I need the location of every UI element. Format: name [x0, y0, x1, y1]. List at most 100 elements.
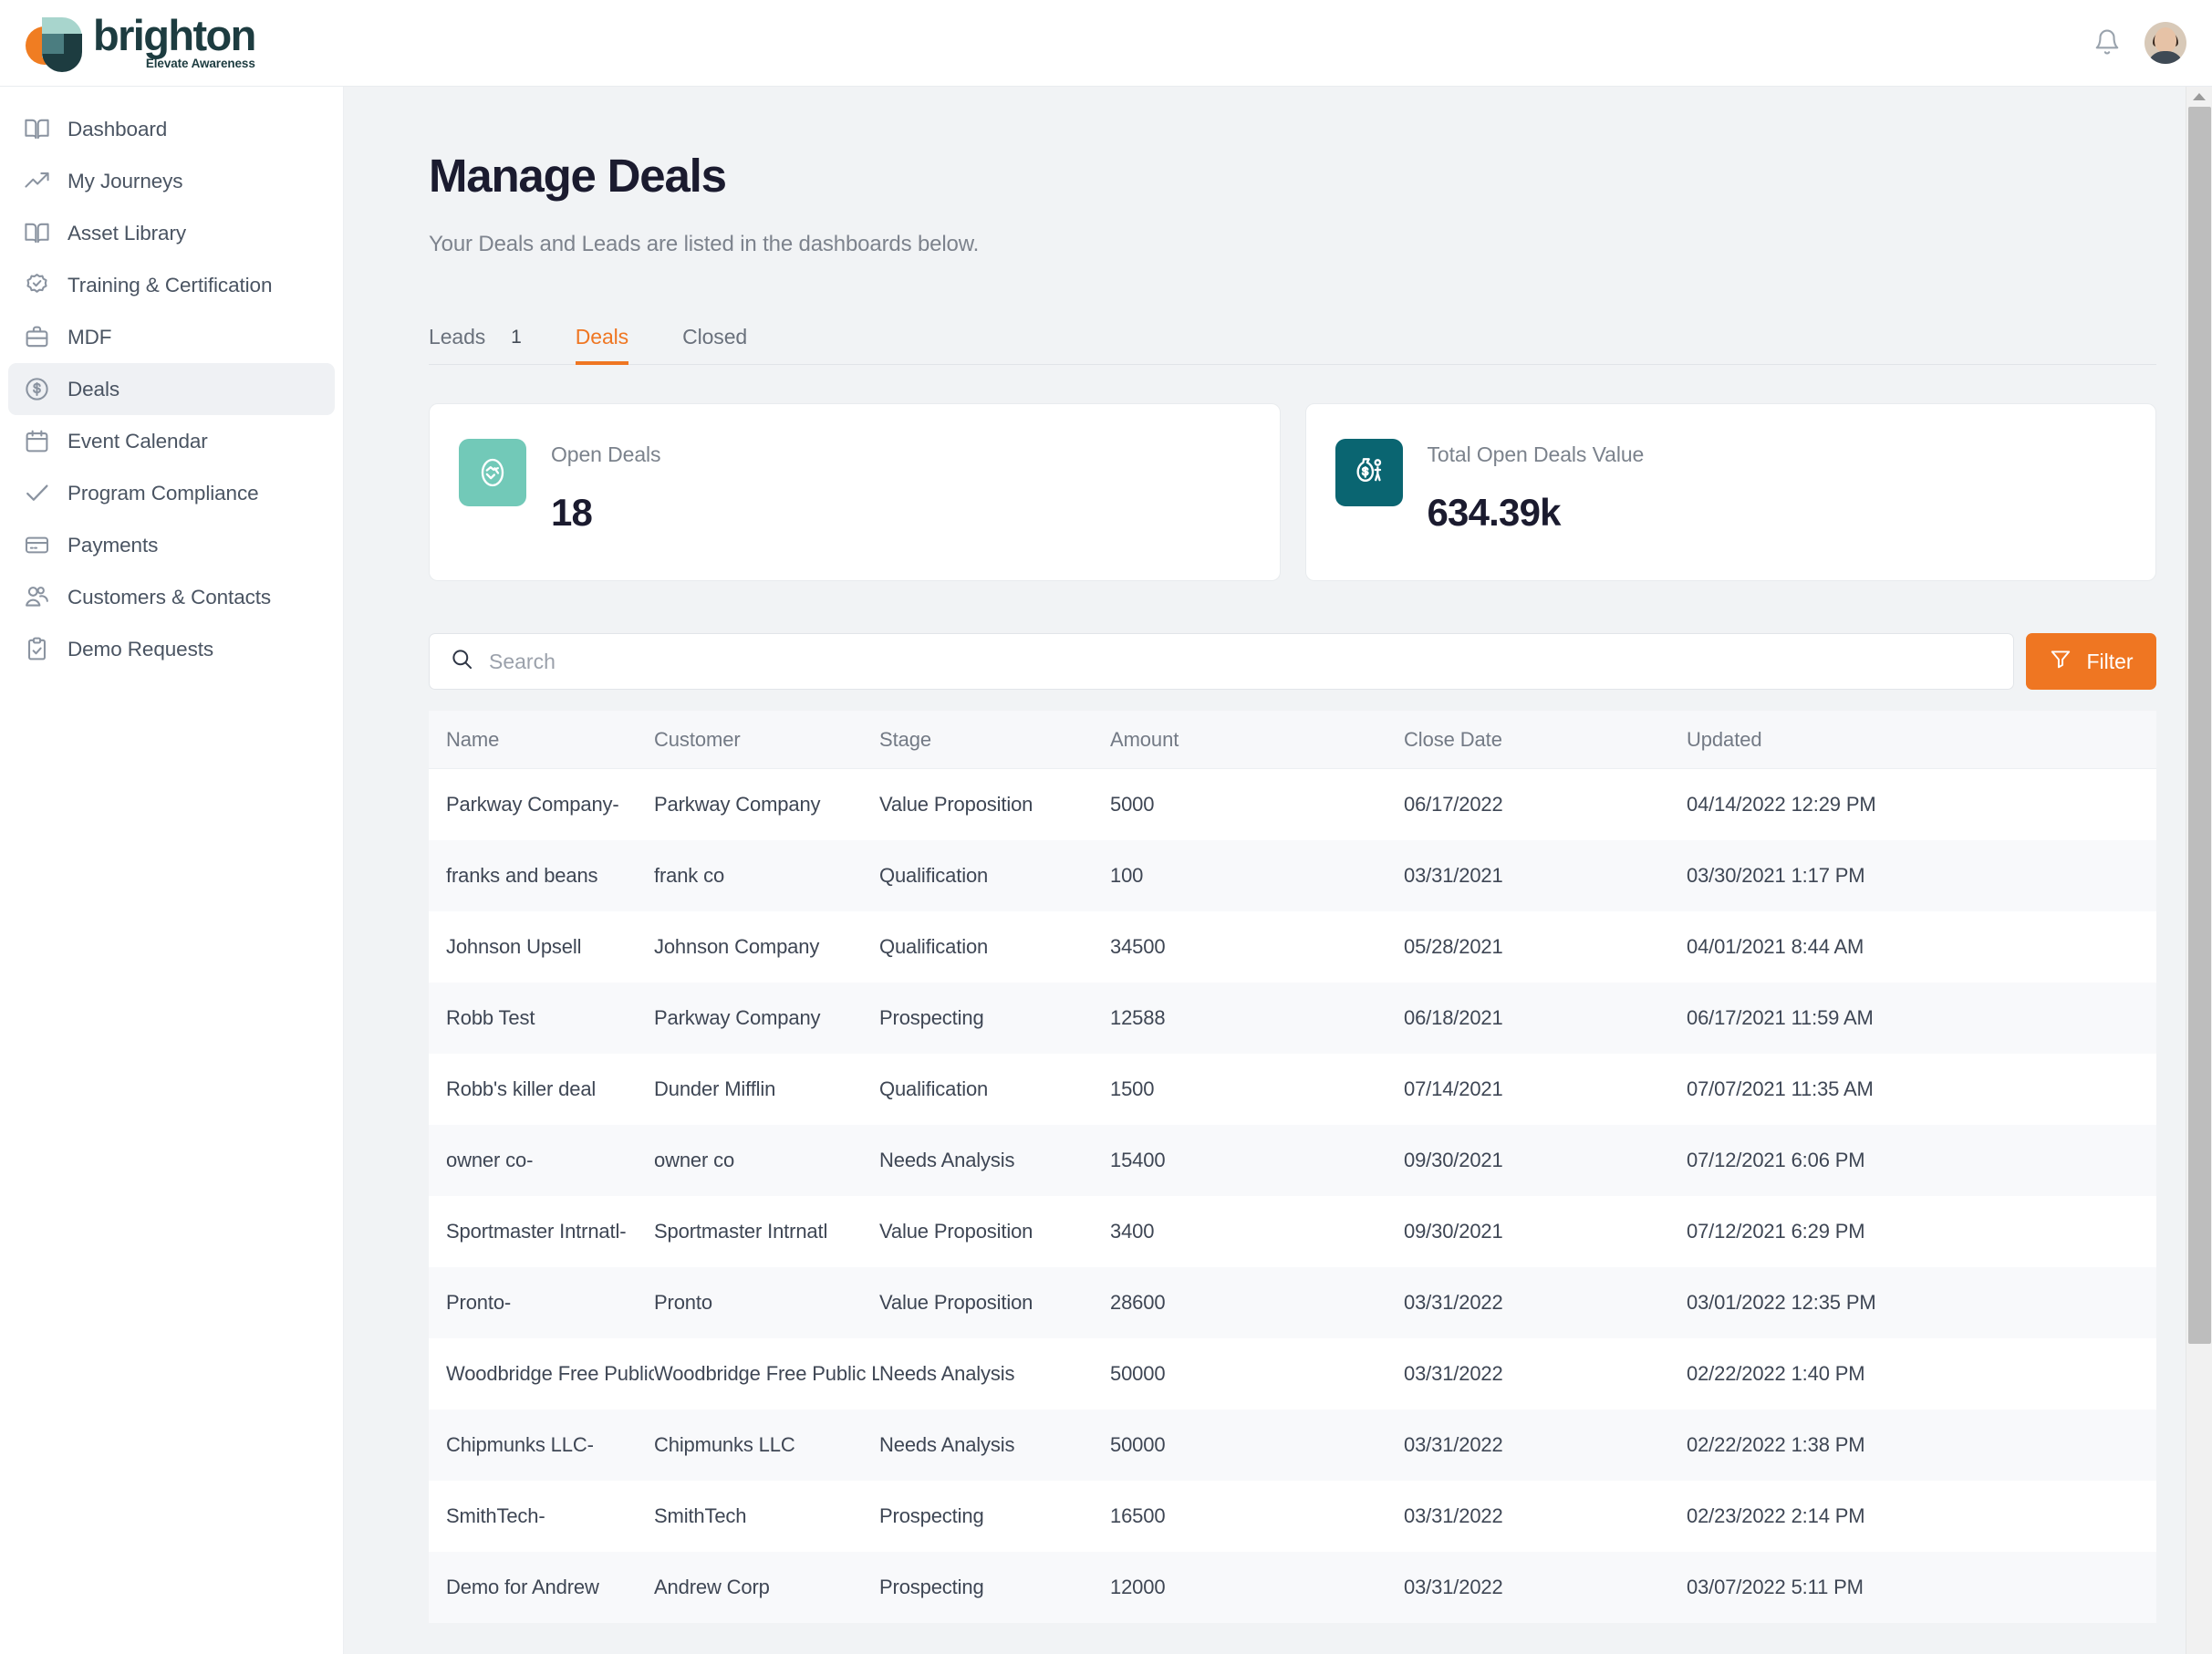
- main-content: Manage Deals Your Deals and Leads are li…: [344, 87, 2212, 1654]
- cell-updated: 04/14/2022 12:29 PM: [1687, 793, 1876, 816]
- cell-customer: Dunder Mifflin: [654, 1077, 776, 1100]
- table-row[interactable]: owner co-owner co Needs Analysis 15400 09/3…: [429, 1125, 2156, 1196]
- cell-stage: Needs Analysis: [879, 1433, 1015, 1456]
- cell-customer: Johnson Company: [654, 935, 820, 958]
- table-row[interactable]: Robb's killer deal Dunder Mifflin Qualific…: [429, 1054, 2156, 1125]
- cell-amount: 50000: [1110, 1362, 1166, 1385]
- cell-stage: Value Proposition: [879, 1291, 1033, 1314]
- cell-amount: 5000: [1110, 793, 1155, 816]
- sidebar-item-my-journeys[interactable]: My Journeys: [8, 155, 335, 207]
- cell-customer: Andrew Corp: [654, 1576, 770, 1598]
- cell-close-date: 03/31/2022: [1404, 1504, 1503, 1527]
- cell-updated: 03/30/2021 1:17 PM: [1687, 864, 1865, 887]
- sidebar-item-dashboard[interactable]: Dashboard: [8, 103, 335, 155]
- sidebar-item-demo-requests[interactable]: Demo Requests: [8, 623, 335, 675]
- stat-card-open-deals: Open Deals 18: [429, 403, 1281, 581]
- cell-stage: Needs Analysis: [879, 1362, 1015, 1385]
- brand-tagline: Elevate Awareness: [145, 56, 255, 70]
- scrollbar-thumb[interactable]: [2188, 107, 2211, 1344]
- cell-close-date: 03/31/2021: [1404, 864, 1503, 887]
- credit-card-icon: [21, 530, 52, 561]
- sidebar-item-label: Customers & Contacts: [68, 585, 272, 609]
- cell-close-date: 03/31/2022: [1404, 1576, 1503, 1598]
- column-header-updated[interactable]: Updated: [1687, 728, 2156, 752]
- cell-stage: Prospecting: [879, 1006, 984, 1029]
- column-header-name[interactable]: Name: [429, 728, 654, 752]
- top-bar: brighton Elevate Awareness: [0, 0, 2212, 87]
- briefcase-icon: [21, 322, 52, 353]
- cell-updated: 07/07/2021 11:35 AM: [1687, 1077, 1874, 1100]
- sidebar-item-customers-contacts[interactable]: Customers & Contacts: [8, 571, 335, 623]
- table-row[interactable]: SmithTech- SmithTech Prospecting 16500 03/31…: [429, 1481, 2156, 1552]
- sidebar-item-program-compliance[interactable]: Program Compliance: [8, 467, 335, 519]
- cell-updated: 06/17/2021 11:59 AM: [1687, 1006, 1874, 1029]
- table-row[interactable]: franks and beans frank co Qualification 100…: [429, 840, 2156, 911]
- search-input[interactable]: [489, 649, 1993, 674]
- sidebar-item-label: Deals: [68, 377, 120, 400]
- table-row[interactable]: Johnson Upsell Johnson Company Qualificati…: [429, 911, 2156, 983]
- column-header-amount[interactable]: Amount: [1110, 728, 1404, 752]
- search-box[interactable]: [429, 633, 2014, 690]
- cell-close-date: 03/31/2022: [1404, 1433, 1503, 1456]
- cell-amount: 34500: [1110, 935, 1166, 958]
- sidebar-item-event-calendar[interactable]: Event Calendar: [8, 415, 335, 467]
- cell-updated: 03/01/2022 12:35 PM: [1687, 1291, 1876, 1314]
- table-row[interactable]: Woodbridge Free Public LibraryWoodbridge…: [429, 1338, 2156, 1410]
- sidebar-item-payments[interactable]: Payments: [8, 519, 335, 571]
- table-row[interactable]: Pronto- Pronto Value Proposition 28600 03/31…: [429, 1267, 2156, 1338]
- cell-stage: Qualification: [879, 935, 989, 958]
- cell-name: Sportmaster Intrnatl-: [446, 1220, 627, 1243]
- column-header-close-date[interactable]: Close Date: [1404, 728, 1687, 752]
- tab-label: Leads: [429, 325, 486, 348]
- book-icon: [21, 218, 52, 249]
- table-row[interactable]: Robb Test Parkway Company Prospecting 12588…: [429, 983, 2156, 1054]
- cell-close-date: 05/28/2021: [1404, 935, 1503, 958]
- sidebar-item-asset-library[interactable]: Asset Library: [8, 207, 335, 259]
- bell-icon[interactable]: [2093, 28, 2121, 57]
- vertical-scrollbar[interactable]: [2186, 87, 2212, 1654]
- cell-name: SmithTech-: [446, 1504, 545, 1527]
- cell-stage: Value Proposition: [879, 793, 1033, 816]
- table-row[interactable]: Chipmunks LLC- Chipmunks LLC Needs Analysi…: [429, 1410, 2156, 1481]
- brighton-logo-icon: [24, 14, 86, 72]
- cell-name: owner co-: [446, 1149, 534, 1171]
- cell-stage: Prospecting: [879, 1504, 984, 1527]
- cell-updated: 03/07/2022 5:11 PM: [1687, 1576, 1864, 1598]
- scroll-up-arrow-icon[interactable]: [2186, 87, 2212, 107]
- sidebar: Dashboard My Journeys Asset Library Trai…: [0, 87, 344, 1654]
- table-row[interactable]: Sportmaster Intrnatl- Sportmaster Intrnat…: [429, 1196, 2156, 1267]
- cell-name: Demo for Andrew: [446, 1576, 599, 1598]
- cell-amount: 100: [1110, 864, 1144, 887]
- page-title: Manage Deals: [429, 150, 727, 202]
- sidebar-item-label: Asset Library: [68, 221, 186, 244]
- tab-bar: Leads 1 Deals Closed: [429, 303, 2156, 365]
- sidebar-item-label: Dashboard: [68, 117, 168, 140]
- users-icon: [21, 582, 52, 613]
- filter-button[interactable]: Filter: [2026, 633, 2156, 690]
- avatar[interactable]: [2144, 22, 2186, 64]
- tab-label: Deals: [575, 325, 629, 348]
- search-row: Filter: [429, 633, 2156, 690]
- column-header-stage[interactable]: Stage: [879, 728, 1110, 752]
- sidebar-item-deals[interactable]: Deals: [8, 363, 335, 415]
- brand-logo[interactable]: brighton Elevate Awareness: [0, 0, 344, 86]
- cell-name: Parkway Company-: [446, 793, 619, 816]
- tab-closed[interactable]: Closed: [682, 325, 747, 364]
- sidebar-item-mdf[interactable]: MDF: [8, 311, 335, 363]
- book-icon: [21, 114, 52, 145]
- tab-deals[interactable]: Deals: [575, 325, 629, 365]
- cell-amount: 3400: [1110, 1220, 1155, 1243]
- stat-card-label: Total Open Deals Value: [1427, 442, 1645, 466]
- tab-badge-leads: 1: [511, 326, 522, 348]
- tab-leads[interactable]: Leads 1: [429, 325, 522, 364]
- sidebar-item-training-certification[interactable]: Training & Certification: [8, 259, 335, 311]
- money-bag-icon: [1334, 439, 1403, 506]
- column-header-customer[interactable]: Customer: [654, 728, 879, 752]
- funnel-icon: [2049, 647, 2072, 676]
- cell-name: Johnson Upsell: [446, 935, 582, 958]
- table-row[interactable]: Parkway Company- Parkway Company Value Pro…: [429, 769, 2156, 840]
- sidebar-item-label: Event Calendar: [68, 429, 208, 453]
- table-row[interactable]: Demo for Andrew Andrew Corp Prospecting 120…: [429, 1552, 2156, 1623]
- check-icon: [21, 478, 52, 509]
- cell-amount: 12000: [1110, 1576, 1166, 1598]
